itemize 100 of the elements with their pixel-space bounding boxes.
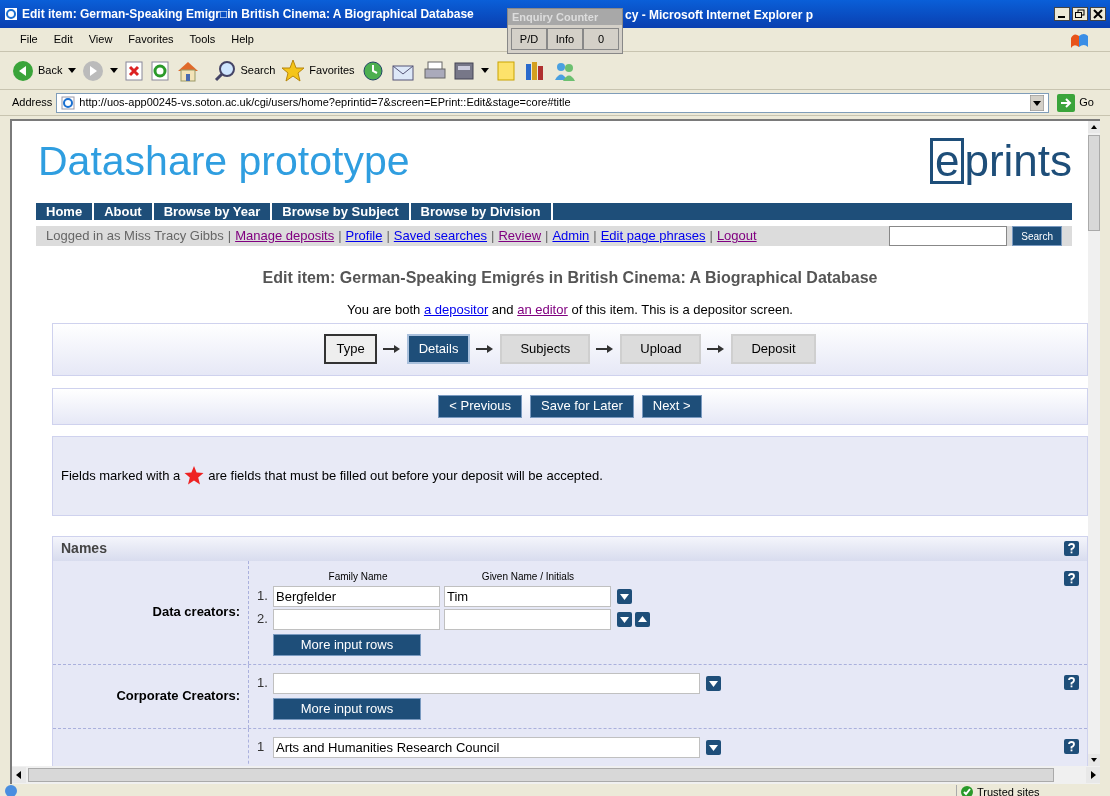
scroll-right-icon[interactable]: [1086, 767, 1100, 783]
counter-button[interactable]: 0: [583, 28, 619, 50]
nav-link[interactable]: About: [94, 203, 154, 220]
move-down-icon[interactable]: [617, 611, 632, 627]
stop-icon[interactable]: [124, 60, 145, 81]
minimize-icon[interactable]: [1054, 7, 1070, 21]
family-name-field[interactable]: Bergfelder: [273, 585, 440, 607]
counter-button[interactable]: Info: [547, 28, 583, 50]
scroll-left-icon[interactable]: [12, 767, 26, 783]
nav-link[interactable]: Browse by Division: [410, 203, 553, 220]
logo[interactable]: e prints: [929, 137, 1072, 185]
step-tab[interactable]: Type: [324, 334, 377, 364]
move-down-icon[interactable]: [706, 675, 721, 691]
move-up-icon[interactable]: [635, 611, 650, 627]
restore-icon[interactable]: [1072, 7, 1088, 21]
form-button[interactable]: Next >: [641, 394, 702, 418]
nav-link[interactable]: Browse by Year: [153, 203, 273, 220]
dropdown-icon[interactable]: [1030, 94, 1045, 111]
notice-text: are fields that must be filled out before your deposit will be accepted.: [208, 466, 603, 485]
separator-text: |: [490, 227, 496, 246]
window-title: cy - Microsoft Internet Explorer p: [625, 7, 814, 24]
scroll-up-icon[interactable]: [1088, 121, 1100, 133]
separator-text: |: [226, 227, 233, 246]
row-number: 1.: [257, 587, 269, 606]
search-button[interactable]: Search: [214, 59, 276, 82]
text-field[interactable]: Arts and Humanities Research Council: [273, 736, 700, 758]
refresh-icon[interactable]: [150, 60, 171, 81]
menu-item[interactable]: Edit: [45, 31, 81, 48]
menu-item[interactable]: View: [80, 31, 121, 48]
family-name-field[interactable]: [273, 608, 440, 630]
intro-text: You are both a depositor and an editor of this item. This is a depositor screen.: [346, 301, 794, 319]
text-field[interactable]: [273, 672, 700, 694]
scroll-thumb[interactable]: [1088, 135, 1100, 231]
move-down-icon[interactable]: [706, 739, 721, 755]
move-down-icon[interactable]: [617, 588, 632, 604]
step-tab[interactable]: Upload: [620, 334, 702, 364]
dropdown-icon[interactable]: [68, 67, 77, 74]
browser-icon: [4, 7, 18, 21]
menu-item[interactable]: Tools: [181, 31, 224, 48]
given-name-field[interactable]: Tim: [444, 585, 611, 607]
user-link[interactable]: Manage deposits: [235, 226, 335, 246]
vertical-scrollbar[interactable]: [1088, 121, 1100, 766]
role-link[interactable]: an editor: [517, 302, 568, 317]
scroll-thumb[interactable]: [28, 768, 1054, 782]
page-icon: [61, 95, 76, 110]
history-icon[interactable]: [360, 59, 385, 82]
user-link[interactable]: Saved searches: [393, 226, 488, 246]
search-button[interactable]: Search: [1012, 226, 1062, 246]
back-button[interactable]: Back: [12, 59, 63, 82]
help-icon[interactable]: [1064, 738, 1079, 754]
help-icon[interactable]: [1064, 570, 1079, 586]
site-title: Datashare prototype: [38, 137, 410, 185]
separator-text: |: [708, 227, 714, 246]
form-button[interactable]: < Previous: [438, 394, 523, 418]
star-icon: [281, 58, 306, 83]
separator-text: |: [592, 227, 598, 246]
more-rows-button[interactable]: More input rows: [273, 633, 421, 656]
arrow-icon: [596, 344, 615, 354]
step-tab[interactable]: Details: [406, 334, 471, 364]
horizontal-scrollbar[interactable]: [10, 766, 1100, 784]
window-title: Edit item: German-Speaking Emigr□in British Cinema: A Biographical Database: [22, 6, 474, 23]
nav-link[interactable]: Home: [36, 203, 95, 220]
help-icon[interactable]: [1064, 541, 1079, 556]
address-field[interactable]: http://uos-app00245-vs.soton.ac.uk/cgi/users/home?eprintid=7&screen=EPrint::Edit&stage=core#title: [56, 92, 1050, 113]
user-link[interactable]: Edit page phrases: [600, 226, 706, 246]
menu-item[interactable]: Help: [223, 31, 262, 48]
user-link[interactable]: Admin: [552, 226, 590, 246]
field-label: Data creators:: [152, 603, 240, 622]
given-name-field[interactable]: [444, 608, 611, 630]
dropdown-icon[interactable]: [110, 67, 119, 74]
address-label: Address: [12, 95, 53, 111]
step-tab[interactable]: Subjects: [500, 334, 591, 364]
form-button[interactable]: Save for Later: [530, 394, 634, 418]
separator-text: |: [385, 227, 391, 246]
row-number: 1.: [257, 674, 269, 693]
role-link[interactable]: a depositor: [423, 302, 489, 317]
counter-button[interactable]: P/D: [511, 28, 547, 50]
menu-item[interactable]: File: [12, 31, 46, 48]
more-rows-button[interactable]: More input rows: [273, 697, 421, 720]
search-field[interactable]: [889, 226, 1008, 246]
arrow-icon: [382, 344, 401, 354]
nav-link[interactable]: Browse by Subject: [272, 203, 411, 220]
user-link[interactable]: Review: [498, 226, 542, 246]
separator-text: |: [337, 227, 343, 246]
help-icon[interactable]: [1064, 674, 1079, 690]
security-zone: Trusted sites: [977, 785, 1040, 796]
arrow-icon: [476, 344, 495, 354]
menu-item[interactable]: Favorites: [120, 31, 182, 48]
user-link[interactable]: Profile: [345, 226, 383, 246]
page-icon: [4, 784, 18, 796]
go-button[interactable]: Go: [1053, 93, 1098, 112]
row-number: 1: [257, 738, 266, 757]
favorites-button[interactable]: Favorites: [281, 58, 355, 83]
scroll-down-icon[interactable]: [1088, 754, 1100, 766]
row-number: 2.: [257, 610, 269, 629]
dropdown-icon[interactable]: [480, 67, 489, 74]
print-icon[interactable]: [422, 59, 447, 82]
user-link[interactable]: Logout: [716, 226, 757, 246]
step-tab[interactable]: Deposit: [731, 334, 816, 364]
close-icon[interactable]: [1090, 7, 1106, 21]
